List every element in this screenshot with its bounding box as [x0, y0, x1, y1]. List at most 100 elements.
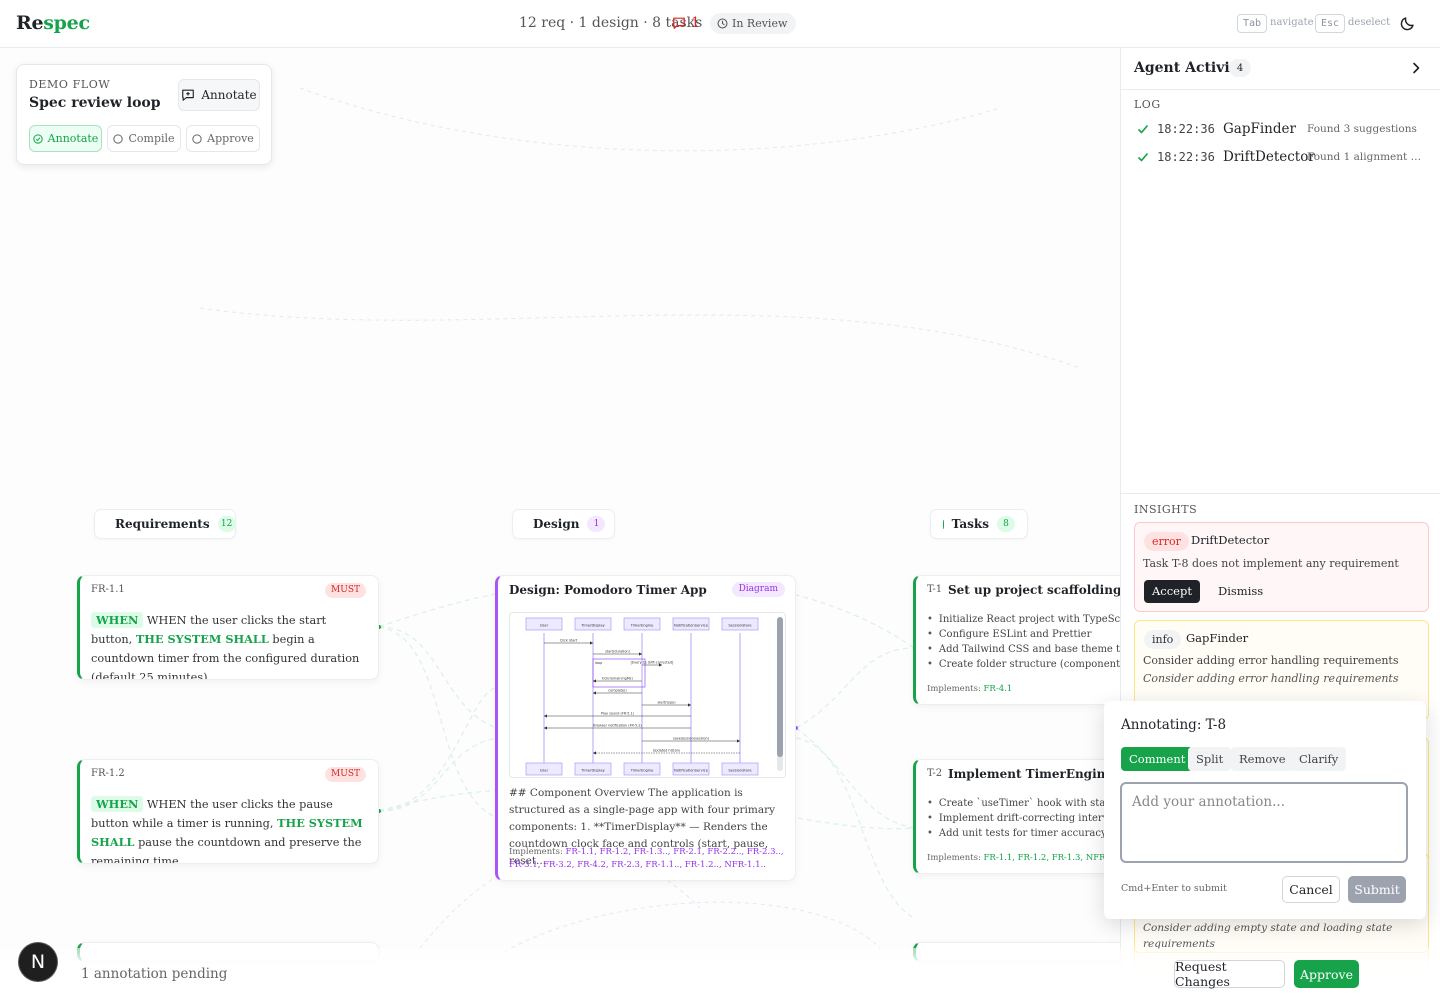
task-id: T-2	[927, 768, 943, 779]
type-split-button[interactable]: Split	[1188, 747, 1232, 771]
priority-badge: MUST	[325, 767, 366, 782]
sequence-diagram[interactable]: User User TimerDisplay TimerDisplay TimerEng…	[509, 612, 786, 778]
moon-icon[interactable]	[1399, 14, 1417, 32]
severity-badge: info	[1144, 630, 1182, 649]
implements-label: Implements:	[509, 847, 566, 857]
type-remove-button[interactable]: Remove	[1231, 747, 1294, 771]
participant-label: SessionStore	[728, 624, 752, 628]
task-id: T-1	[927, 584, 943, 595]
requirement-text: WHEN WHEN the user clicks the pause butt…	[91, 796, 363, 864]
comments-indicator[interactable]: 1	[672, 15, 700, 31]
dismiss-button[interactable]: Dismiss	[1212, 580, 1269, 603]
insight-message: Consider adding error handling requireme…	[1143, 654, 1399, 667]
requirement-link[interactable]: NFR-1.1..	[724, 860, 766, 870]
task-card[interactable]: T-1 Set up project scaffolding Initializ…	[913, 575, 1128, 705]
demo-flow-kicker: DEMO FLOW	[29, 78, 111, 91]
requirement-link[interactable]: FR-3.1,	[509, 860, 543, 870]
participant-label: TimerEngine	[630, 769, 654, 773]
requirement-link[interactable]: FR-1.3..,	[634, 847, 674, 857]
agent-activity-header: Agent Activity 4	[1121, 48, 1440, 90]
severity-badge: error	[1144, 532, 1189, 551]
log-time: 18:22:36	[1157, 150, 1215, 164]
log-time: 18:22:36	[1157, 122, 1215, 136]
requirement-link[interactable]: FR-1.1,	[984, 853, 1018, 863]
requirement-link[interactable]: FR-1.2..,	[685, 860, 725, 870]
app-logo[interactable]: Respec	[16, 12, 90, 34]
status-badge: In Review	[710, 13, 797, 34]
step-annotate[interactable]: Annotate	[29, 125, 102, 152]
agent-activity-title: Agent Activity	[1134, 60, 1245, 76]
message-label: Browser notification (FR-5.2)	[593, 723, 642, 727]
requirement-link[interactable]: FR-4.2,	[577, 860, 611, 870]
task-items: Create `useTimer` hook with start, pause…	[927, 796, 1127, 841]
log-label: LOG	[1134, 98, 1161, 111]
chevron-right-icon[interactable]	[1408, 60, 1424, 76]
requirement-card[interactable]: FR-1.1 MUST WHEN WHEN the user clicks th…	[77, 575, 379, 680]
task-title: Implement TimerEngine core lo	[948, 767, 1127, 781]
log-message: Found 1 alignment is...	[1307, 151, 1423, 163]
participant-label: TimerDisplay	[580, 624, 605, 628]
arrow-head	[593, 691, 596, 695]
implements-label: Implements:	[927, 684, 984, 694]
column-tasks: Tasks 8	[930, 509, 1028, 539]
requirement-card[interactable]: FR-1.2 MUST WHEN WHEN the user clicks th…	[77, 759, 379, 864]
column-design: Design 1	[512, 509, 615, 539]
requirement-link[interactable]: FR-2.2..,	[707, 847, 747, 857]
divider	[1121, 493, 1440, 494]
type-clarify-button[interactable]: Clarify	[1291, 747, 1347, 771]
requirement-id: FR-1.2	[91, 768, 125, 779]
requirement-link[interactable]: FR-1.1,	[566, 847, 600, 857]
type-comment-button[interactable]: Comment	[1121, 747, 1194, 771]
requirement-link[interactable]: FR-2.3,	[611, 860, 645, 870]
request-changes-button[interactable]: Request Changes	[1174, 959, 1285, 989]
comment-count: 1	[691, 15, 700, 31]
arrow-head	[737, 739, 740, 743]
approve-button[interactable]: Approve	[1294, 960, 1359, 988]
submit-button[interactable]: Submit	[1348, 876, 1406, 903]
annotation-input[interactable]	[1120, 782, 1408, 863]
requirement-link[interactable]: FR-1.3,	[1052, 853, 1086, 863]
task-item: Add Tailwind CSS and base theme tokens	[927, 642, 1127, 657]
dev-tools-logo[interactable]: N	[19, 943, 57, 981]
log-entry: 18:22:36 GapFinder Found 3 suggestions	[1137, 121, 1437, 141]
insight-message: Task T-8 does not implement any requirem…	[1143, 557, 1399, 570]
requirement-link[interactable]: FR-1.2,	[600, 847, 634, 857]
task-items: Initialize React project with TypeScript…	[927, 612, 1127, 672]
comment-icon	[673, 17, 685, 29]
insights-label: INSIGHTS	[1134, 503, 1198, 516]
accept-button[interactable]: Accept	[1144, 580, 1200, 603]
requirement-link[interactable]: FR-1.2,	[1018, 853, 1052, 863]
kbd-esc-label: deselect	[1348, 17, 1391, 28]
message-label: start(duration)	[605, 649, 630, 653]
check-icon	[1137, 124, 1149, 134]
participant-label: TimerEngine	[630, 624, 654, 628]
step-approve[interactable]: Approve	[186, 125, 260, 152]
kbd-tab-label: navigate	[1270, 17, 1314, 28]
requirement-link[interactable]: FR-2.3..,	[747, 847, 784, 857]
step-compile[interactable]: Compile	[107, 125, 181, 152]
sequence-diagram-svg: User User TimerDisplay TimerDisplay TimerEng…	[525, 617, 783, 776]
requirement-link[interactable]: FR-4.1	[984, 684, 1013, 694]
message-label: alert(type)	[657, 700, 676, 704]
pending-annotations: 1 annotation pending	[81, 966, 228, 982]
annotate-button[interactable]: Annotate	[178, 79, 260, 111]
circle-icon	[113, 133, 124, 144]
insight-agent: GapFinder	[1186, 631, 1249, 645]
task-implements: Implements: FR-4.1	[927, 683, 1012, 696]
requirement-link[interactable]: FR-1.1..,	[645, 860, 685, 870]
top-bar: Respec 12 req · 1 design · 8 tasks 1 In …	[0, 0, 1440, 48]
circle-icon	[192, 133, 202, 144]
message-label: tick(remainingMs)	[602, 676, 633, 680]
cancel-button[interactable]: Cancel	[1282, 876, 1340, 903]
kbd-tab: Tab	[1237, 14, 1268, 33]
participant-label: NotificationService	[674, 624, 709, 628]
tasks-dot	[943, 519, 944, 529]
requirement-text: WHEN WHEN the user clicks the start butt…	[91, 612, 360, 680]
requirement-link[interactable]: FR-2.1,	[673, 847, 707, 857]
design-title: Design: Pomodoro Timer App	[509, 583, 707, 597]
task-implements: Implements: FR-1.1, FR-1.2, FR-1.3, NFR-…	[927, 852, 1122, 865]
task-card[interactable]: T-2 Implement TimerEngine core lo Create…	[913, 759, 1128, 874]
requirement-link[interactable]: FR-3.2,	[543, 860, 577, 870]
participant-label: SessionStore	[728, 769, 752, 773]
design-card[interactable]: Design: Pomodoro Timer App Diagram User U…	[495, 575, 796, 881]
